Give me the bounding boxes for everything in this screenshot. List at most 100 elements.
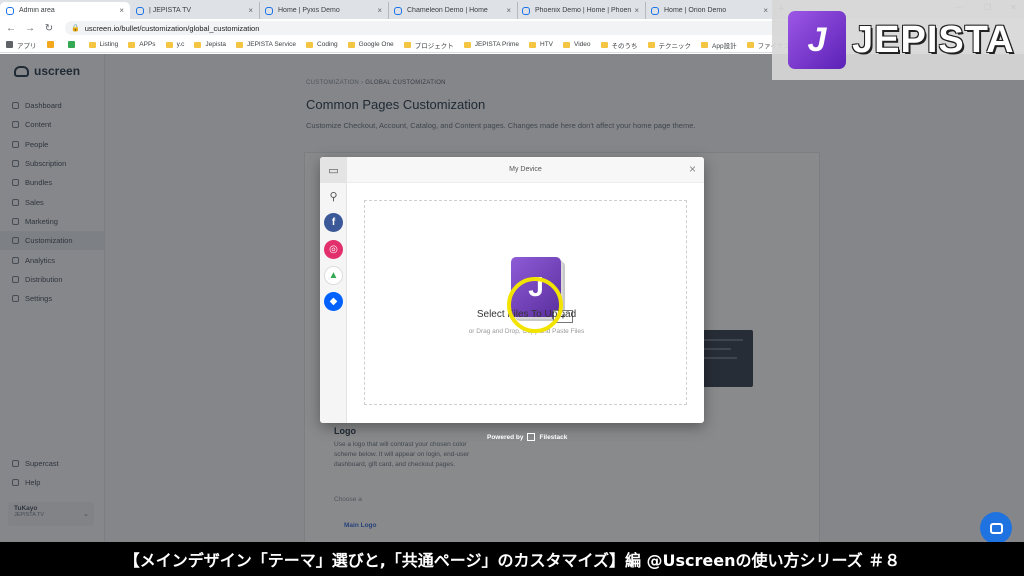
close-icon[interactable]: × (689, 162, 696, 176)
tab-label: Chameleon Demo | Home (407, 7, 488, 14)
folder-icon (463, 41, 471, 48)
back-icon[interactable]: ← (3, 23, 19, 34)
search-source[interactable]: ⚲ (324, 187, 343, 206)
bookmark-label: App設計 (712, 42, 737, 50)
reload-icon[interactable]: ↻ (41, 23, 57, 34)
folder-icon (306, 41, 314, 48)
folder-icon (236, 41, 243, 48)
folder-icon (128, 41, 136, 48)
bookmark-item[interactable]: テクニック (647, 40, 692, 50)
cursor-highlight-ring (507, 277, 563, 333)
instagram-icon: ◎ (324, 240, 343, 259)
bookmark-label: Jepista (205, 41, 226, 48)
apps-grid-icon (6, 41, 13, 48)
jepista-logo-icon: J (788, 11, 846, 69)
folder-icon (194, 41, 202, 48)
folder-icon (529, 41, 536, 48)
folder-icon (746, 41, 754, 48)
powered-by-filestack[interactable]: Powered by Filestack (487, 433, 567, 441)
facebook-source[interactable]: f (324, 213, 343, 232)
browser-tab[interactable]: Home | Orion Demo × (645, 2, 775, 19)
folder-icon (403, 41, 411, 48)
tab-favicon-icon (522, 6, 530, 15)
tab-favicon-icon (651, 6, 659, 15)
bookmark-item[interactable]: HTV (529, 41, 553, 48)
bookmark-label: アプリ (17, 42, 37, 50)
bookmark-label: JEPISTA Prime (474, 41, 519, 48)
facebook-icon: f (324, 213, 343, 232)
bookmark-item[interactable]: Listing (88, 41, 119, 48)
tab-close-icon[interactable]: × (634, 6, 639, 15)
folder-icon (165, 41, 173, 48)
browser-tab[interactable]: Home | Pyxis Demo × (259, 2, 389, 19)
bookmark-item[interactable]: JEPISTA Service (236, 41, 296, 48)
tab-close-icon[interactable]: × (763, 6, 768, 15)
tab-label: Phoenix Demo | Home | Phoenix (535, 7, 632, 14)
bookmark-label: JEPISTA Service (247, 41, 297, 48)
url-text: uscreen.io/bullet/customization/global_c… (84, 23, 260, 33)
tab-label: | JEPISTA TV (149, 7, 192, 14)
browser-tab[interactable]: Phoenix Demo | Home | Phoenix × (516, 2, 646, 19)
tab-close-icon[interactable]: × (248, 6, 253, 15)
bookmark-label: テクニック (658, 42, 692, 50)
folder-icon (88, 41, 96, 48)
tab-label: Home | Orion Demo (664, 7, 727, 14)
bookmark-item[interactable]: そのうち (600, 40, 638, 50)
bookmark-item[interactable] (46, 41, 58, 48)
bookmark-item[interactable]: Jepista (194, 41, 226, 48)
bookmark-item[interactable]: Coding (306, 41, 338, 48)
bookmark-item[interactable]: プロジェクト (403, 40, 454, 50)
bookmark-label: Video (574, 41, 591, 48)
bookmark-label: Google One (358, 41, 394, 48)
lock-icon: 🔒 (71, 25, 80, 32)
forward-icon[interactable]: → (22, 23, 38, 34)
dropbox-source[interactable]: ◆ (324, 292, 343, 311)
tab-label: Admin area (19, 7, 55, 14)
folder-icon (600, 41, 608, 48)
bookmark-label: Listing (99, 41, 119, 48)
bookmark-item[interactable] (67, 41, 79, 48)
browser-tab[interactable]: Chameleon Demo | Home × (388, 2, 518, 19)
extension-icon (67, 41, 75, 48)
tab-close-icon[interactable]: × (506, 6, 511, 15)
browser-tab[interactable]: | JEPISTA TV × (130, 2, 260, 19)
dropbox-icon: ◆ (324, 292, 343, 311)
search-icon: ⚲ (329, 191, 338, 203)
bookmark-item[interactable]: APPs (128, 41, 156, 48)
picker-title: My Device (509, 166, 542, 173)
folder-icon (701, 41, 709, 48)
filestack-logo-icon (527, 433, 536, 441)
bookmark-label: HTV (540, 41, 553, 48)
google-drive-icon: ▲ (324, 266, 343, 285)
video-caption: 【メインデザイン「テーマ」選びと,「共通ページ」のカスタマイズ】編 @Uscre… (0, 542, 1024, 576)
tab-favicon-icon (6, 6, 14, 15)
channel-watermark: J JEPISTA (772, 0, 1024, 80)
folder-icon (647, 41, 655, 48)
instagram-source[interactable]: ◎ (324, 240, 343, 259)
tab-close-icon[interactable]: × (377, 6, 382, 15)
tab-favicon-icon (265, 6, 273, 15)
bookmark-item[interactable]: Video (563, 41, 591, 48)
google-drive-source[interactable]: ▲ (324, 266, 343, 285)
tab-favicon-icon (394, 6, 402, 15)
support-chat-button[interactable] (980, 512, 1012, 544)
source-list: ▭ ⚲ f ◎ ▲ ◆ (320, 157, 347, 423)
tab-close-icon[interactable]: × (119, 6, 124, 15)
bookmark-item[interactable]: y.c (165, 41, 184, 48)
picker-header: My Device × (347, 157, 704, 183)
tab-favicon-icon (136, 6, 144, 15)
bookmark-item[interactable]: アプリ (6, 40, 37, 50)
bookmark-label: プロジェクト (414, 42, 454, 50)
bookmark-item[interactable]: App設計 (701, 40, 737, 50)
bookmark-item[interactable]: JEPISTA Prime (463, 41, 519, 48)
bookmark-item[interactable]: Google One (347, 41, 394, 48)
extension-icon (46, 41, 54, 48)
browser-tab[interactable]: Admin area × (0, 2, 130, 19)
tab-label: Home | Pyxis Demo (278, 7, 340, 14)
device-icon: ▭ (328, 164, 339, 177)
address-bar[interactable]: 🔒 uscreen.io/bullet/customization/global… (65, 21, 825, 35)
bookmark-label: Coding (317, 41, 338, 48)
screen: Admin area × | JEPISTA TV × Home | Pyxis Dem… (0, 0, 1024, 576)
folder-icon (347, 41, 355, 48)
device-source[interactable]: ▭ (320, 157, 347, 183)
